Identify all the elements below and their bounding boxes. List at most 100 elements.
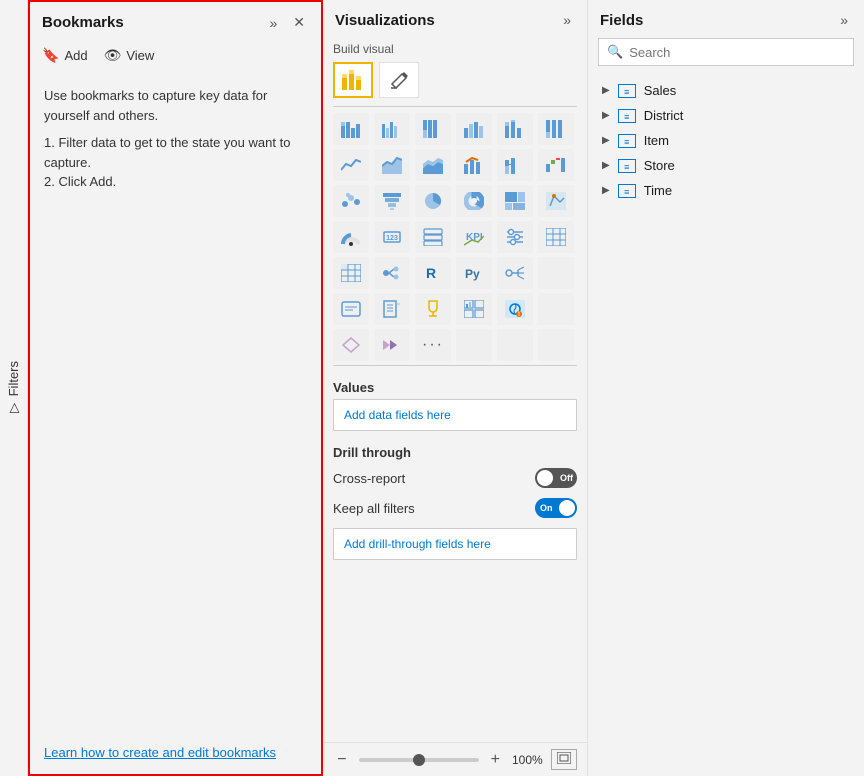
viz-cell-pie[interactable]: [415, 185, 451, 217]
drill-drop-zone[interactable]: Add drill-through fields here: [333, 528, 577, 560]
viz-cell-map[interactable]: [538, 185, 574, 217]
viz-cell-more-visuals[interactable]: ···: [415, 329, 451, 361]
viz-cell-empty5: [538, 329, 574, 361]
bookmarks-view-button[interactable]: 👁 View: [104, 45, 155, 66]
viz-cell-stacked-area[interactable]: [415, 149, 451, 181]
viz-cell-clustered-column[interactable]: [456, 113, 492, 145]
values-section-label: Values: [333, 372, 577, 399]
keep-filters-toggle[interactable]: On: [535, 498, 577, 518]
viz-cell-funnel[interactable]: [374, 185, 410, 217]
viz-cell-table-viz[interactable]: [538, 221, 574, 253]
edit-visual-icon-btn[interactable]: [379, 62, 419, 98]
viz-grid-row4: 123 KPI: [333, 221, 577, 253]
field-item-district[interactable]: ▶ ≡ District: [598, 103, 854, 128]
svg-text:123: 123: [386, 235, 398, 242]
fields-search-box[interactable]: 🔍: [598, 38, 854, 66]
district-table-icon: ≡: [618, 109, 636, 123]
main-container: ▽ Filters Bookmarks » ✕ 🔖 Add 👁 View Us: [0, 0, 864, 776]
fields-expand-button[interactable]: »: [836, 10, 852, 30]
viz-cell-card[interactable]: 123: [374, 221, 410, 253]
viz-cell-chevron[interactable]: [374, 329, 410, 361]
viz-cell-ribbon[interactable]: [497, 149, 533, 181]
viz-cell-smart-narrative[interactable]: [333, 293, 369, 325]
cross-report-toggle-knob: [537, 470, 553, 486]
zoom-out-button[interactable]: −: [333, 751, 350, 769]
zoom-slider[interactable]: [359, 758, 479, 762]
keep-filters-row: Keep all filters On: [333, 498, 577, 518]
viz-separator-2: [333, 365, 577, 366]
viz-title: Visualizations: [335, 12, 435, 29]
viz-expand-button[interactable]: »: [559, 10, 575, 30]
viz-cell-small-multiples[interactable]: [456, 293, 492, 325]
viz-cell-100-stacked-column[interactable]: [538, 113, 574, 145]
viz-cell-multirow-card[interactable]: [415, 221, 451, 253]
fields-title: Fields: [600, 12, 643, 29]
viz-separator: [333, 106, 577, 107]
viz-cell-azure-map[interactable]: !: [497, 293, 533, 325]
viz-cell-treemap[interactable]: [497, 185, 533, 217]
bookmarks-close-button[interactable]: ✕: [289, 12, 309, 33]
viz-cell-stacked-bar[interactable]: [333, 113, 369, 145]
item-table-icon: ≡: [618, 134, 636, 148]
bookmarks-footer: Learn how to create and edit bookmarks: [30, 735, 321, 774]
field-item-sales[interactable]: ▶ ≡ Sales: [598, 78, 854, 103]
viz-header: Visualizations »: [323, 0, 587, 38]
learn-link[interactable]: Learn how to create and edit bookmarks: [44, 745, 276, 760]
filters-sidebar[interactable]: ▽ Filters: [0, 0, 28, 776]
viz-cell-gauge[interactable]: [333, 221, 369, 253]
viz-cell-key-influencers[interactable]: [497, 257, 533, 289]
fields-list: ▶ ≡ Sales ▶ ≡ District ▶ ≡ Item ▶ ≡ Stor…: [588, 74, 864, 776]
viz-cell-scatter[interactable]: [333, 185, 369, 217]
viz-cell-stacked-column[interactable]: [497, 113, 533, 145]
viz-cell-waterfall[interactable]: [538, 149, 574, 181]
viz-cell-diamond[interactable]: [333, 329, 369, 361]
viz-cell-clustered-bar[interactable]: [374, 113, 410, 145]
viz-cell-kpi[interactable]: KPI: [456, 221, 492, 253]
bookmarks-add-button[interactable]: 🔖 Add: [42, 45, 88, 66]
viz-cell-r-visual[interactable]: R: [415, 257, 451, 289]
item-field-name: Item: [644, 133, 669, 148]
stacked-bar-svg: [342, 70, 364, 90]
search-input[interactable]: [629, 45, 845, 60]
zoom-thumb: [413, 754, 425, 766]
field-item-store[interactable]: ▶ ≡ Store: [598, 153, 854, 178]
drill-section-label: Drill through: [333, 441, 577, 468]
zoom-level-label: 100%: [512, 753, 543, 767]
item-chevron-icon: ▶: [602, 135, 610, 146]
fields-panel: Fields » 🔍 ▶ ≡ Sales ▶ ≡ District ▶ ≡ It…: [588, 0, 864, 776]
viz-cell-line-column[interactable]: [456, 149, 492, 181]
viz-cell-matrix[interactable]: [333, 257, 369, 289]
viz-cell-line[interactable]: [333, 149, 369, 181]
cross-report-toggle-text: Off: [560, 473, 573, 483]
field-item-time[interactable]: ▶ ≡ Time: [598, 178, 854, 203]
keep-filters-label: Keep all filters: [333, 501, 415, 516]
viz-cell-100-stacked-bar[interactable]: [415, 113, 451, 145]
store-field-name: Store: [644, 158, 675, 173]
zoom-in-button[interactable]: +: [487, 751, 504, 769]
viz-cell-decomp-tree[interactable]: [374, 257, 410, 289]
values-drop-zone[interactable]: Add data fields here: [333, 399, 577, 431]
viz-cell-trophy[interactable]: [415, 293, 451, 325]
svg-text:R: R: [426, 265, 436, 281]
svg-text:!: !: [518, 312, 520, 318]
viz-cell-python-visual[interactable]: Py: [456, 257, 492, 289]
viz-grid-row2: [333, 149, 577, 181]
field-item-item[interactable]: ▶ ≡ Item: [598, 128, 854, 153]
viz-grid-row3: [333, 185, 577, 217]
viz-cell-area[interactable]: [374, 149, 410, 181]
viz-cell-donut[interactable]: [456, 185, 492, 217]
viz-cell-empty1: [538, 257, 574, 289]
viz-cell-empty4: [497, 329, 533, 361]
stacked-bar-icon-btn[interactable]: [333, 62, 373, 98]
bookmarks-title: Bookmarks: [42, 14, 124, 31]
svg-text:Py: Py: [465, 267, 480, 281]
bookmarks-expand-button[interactable]: »: [265, 13, 281, 33]
viz-cell-paginated[interactable]: [374, 293, 410, 325]
cross-report-toggle[interactable]: Off: [535, 468, 577, 488]
viz-cell-empty2: [538, 293, 574, 325]
bookmarks-panel: Bookmarks » ✕ 🔖 Add 👁 View Use bookmarks…: [28, 0, 323, 776]
viz-cell-slicer[interactable]: [497, 221, 533, 253]
viz-grid-row6: !: [333, 293, 577, 325]
viz-body: Build visual: [323, 38, 587, 742]
fit-page-button[interactable]: [551, 749, 577, 770]
